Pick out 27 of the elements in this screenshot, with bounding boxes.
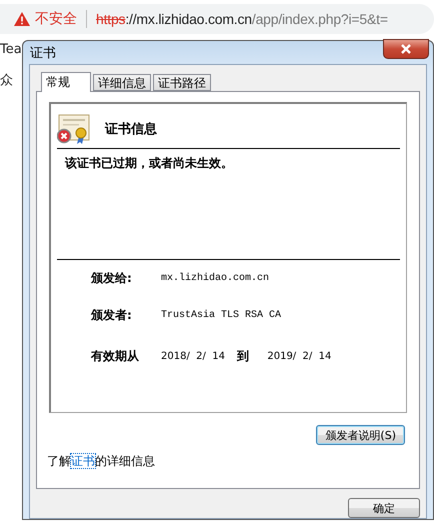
- security-label[interactable]: 不安全: [35, 10, 77, 28]
- address-bar[interactable]: 不安全 https://mx.lizhidao.com.cn/app/index.php?i=5&t=: [0, 4, 434, 34]
- field-label: 颁发者:: [91, 307, 133, 324]
- field-label: 到: [237, 348, 249, 364]
- page-text: 众: [0, 72, 14, 89]
- close-icon: [400, 44, 412, 54]
- date-value: 2019/ 2/ 14: [266, 350, 332, 362]
- tab[interactable]: 常规: [41, 72, 91, 92]
- warning-icon: [14, 12, 30, 26]
- field-label: 有效期从: [91, 348, 140, 364]
- ok-button[interactable]: 确定: [348, 498, 420, 518]
- tab[interactable]: 详细信息: [93, 74, 151, 91]
- date-value: 2018/ 2/ 14: [161, 350, 225, 362]
- learn-more-text: 了解证书的详细信息: [47, 453, 156, 470]
- page-text: Tea: [0, 42, 22, 57]
- field-value: TrustAsia TLS RSA CA: [161, 310, 282, 321]
- issuer-statement-button[interactable]: 颁发者说明(S): [316, 425, 405, 445]
- close-button[interactable]: [383, 38, 429, 58]
- url-text: https://mx.lizhidao.com.cn/app/index.php?i=5&t=: [96, 11, 388, 27]
- tab[interactable]: 证书路径: [153, 74, 211, 91]
- certificate-link[interactable]: 证书: [71, 454, 95, 468]
- status-message: 该证书已过期，或者尚未生效。: [57, 149, 400, 260]
- certificate-error-icon: [57, 114, 91, 144]
- field-value: mx.lizhidao.com.cn: [161, 273, 270, 284]
- section-heading: 证书信息: [105, 121, 157, 138]
- field-label: 颁发给:: [91, 270, 133, 287]
- window-title: 证书: [30, 44, 56, 62]
